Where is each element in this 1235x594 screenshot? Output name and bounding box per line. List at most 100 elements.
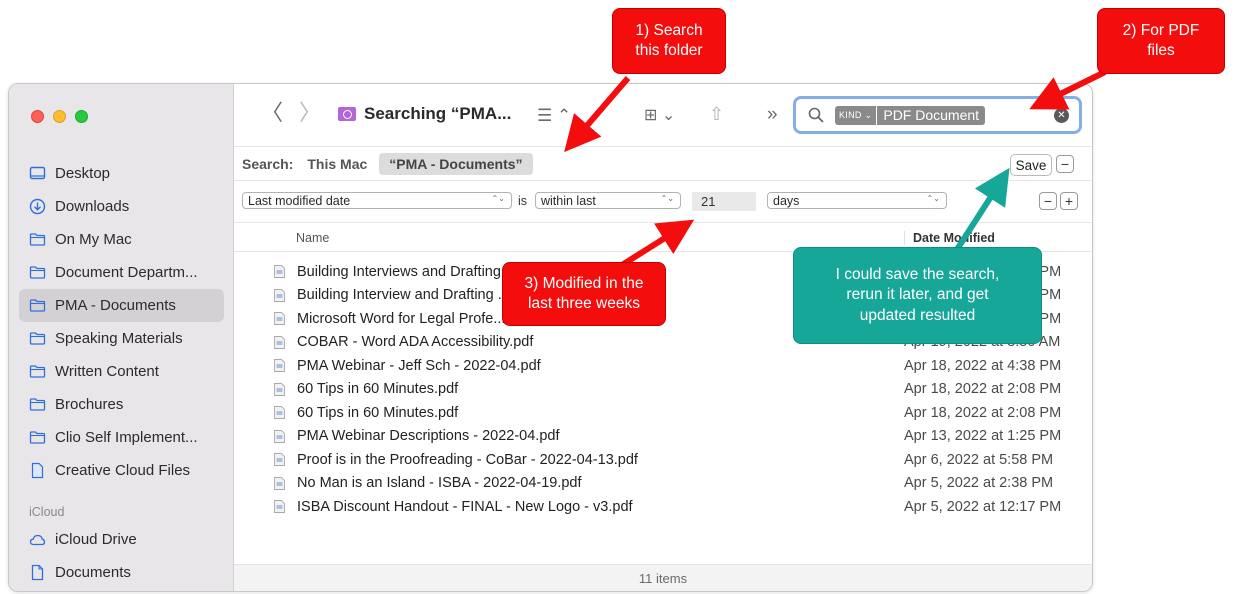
kind-token-label[interactable]: KIND ⌄ [835,105,878,125]
zoom-window-button[interactable] [75,110,88,123]
remove-criteria-button[interactable]: − [1039,192,1057,210]
save-search-button[interactable]: Save [1010,154,1052,176]
file-name: COBAR - Word ADA Accessibility.pdf [297,334,534,351]
table-row[interactable]: PMA Webinar - Jeff Sch - 2022-04.pdf Apr … [234,354,1092,378]
file-date: Apr 5, 2022 at 12:17 PM [904,498,1062,515]
window-title: Searching “PMA... [338,104,511,124]
sidebar-item-label: Documents [55,564,131,581]
sidebar-item-creative-cloud-files[interactable]: Creative Cloud Files [19,454,224,487]
date-column-header[interactable]: Date Modified [904,231,995,245]
folder-icon [29,330,46,347]
remove-scope-button[interactable]: − [1056,155,1074,173]
file-name: PMA Webinar Descriptions - 2022-04.pdf [297,428,560,445]
more-toolbar-button[interactable]: » [767,104,778,126]
criteria-is-label: is [518,194,528,208]
folder-icon [29,396,46,413]
sidebar-item-label: Brochures [55,396,124,413]
days-value-field[interactable]: 21 [692,192,756,211]
pdf-document-icon [274,335,285,349]
share-button[interactable]: ⇧ [709,103,724,125]
item-count: 11 items [638,570,688,586]
sidebar: Desktop Downloads On My Mac Document Depart… [9,84,234,591]
sidebar-item-desktop[interactable]: Desktop [19,157,224,190]
table-row[interactable]: 60 Tips in 60 Minutes.pdf Apr 18, 2022 at… [234,378,1092,402]
file-date: Apr 6, 2022 at 5:58 PM [904,451,1054,468]
sidebar-item-document-departm[interactable]: Document Departm... [19,256,224,289]
sidebar-item-label: Desktop [55,165,111,182]
sidebar-item-label: Written Content [55,363,159,380]
download-icon [29,198,46,215]
close-window-button[interactable] [31,110,44,123]
kind-search-token[interactable]: KIND ⌄ PDF Document [835,105,986,125]
file-name: ISBA Discount Handout - FINAL - New Logo… [297,498,633,515]
clear-search-icon[interactable]: ✕ [1054,107,1069,123]
search-field[interactable]: KIND ⌄ PDF Document ✕ [793,96,1082,134]
unit-popup[interactable]: days [767,192,947,209]
window-title-text: Searching “PMA... [364,104,512,123]
file-date: Apr 18, 2022 at 2:08 PM [904,381,1062,398]
sidebar-item-clio-self-implement[interactable]: Clio Self Implement... [19,421,224,454]
toolbar: 〈 〉 Searching “PMA... ☰ ⌃ ⊞ ⌄ ⇧ » KIND ⌄… [234,84,1092,146]
file-name: Microsoft Word for Legal Profe... [297,310,506,327]
table-row[interactable]: ISBA Discount Handout - FINAL - New Logo… [234,495,1092,519]
callout-pdf-files: 2) For PDF files [1097,8,1225,74]
pdf-document-icon [274,476,285,490]
sidebar-item-pma-documents[interactable]: PMA - Documents [19,289,224,322]
pdf-document-icon [274,382,285,396]
folder-icon [29,264,46,281]
callout-modified-text: 3) Modified in the last three weeks [524,274,644,312]
folder-icon [29,363,46,380]
sidebar-item-documents[interactable]: Documents [19,556,224,589]
sidebar-item-written-content[interactable]: Written Content [19,355,224,388]
table-row[interactable]: No Man is an Island - ISBA - 2022-04-19.… [234,472,1092,496]
list-view-button[interactable]: ☰ ⌃ [537,105,571,127]
callout-save-search-text: I could save the search, rerun it later,… [835,266,1000,324]
sidebar-item-label: Document Departm... [55,264,198,281]
callout-modified: 3) Modified in the last three weeks [502,262,666,326]
sidebar-item-label: PMA - Documents [55,297,176,314]
sidebar-list: Desktop Downloads On My Mac Document Depart… [19,157,224,589]
kind-token-value: PDF Document [883,107,980,123]
scope-folder-button[interactable]: “PMA - Documents” [379,152,533,175]
sidebar-item-on-my-mac[interactable]: On My Mac [19,223,224,256]
pdf-document-icon [274,312,285,326]
sidebar-item-label: Speaking Materials [55,330,183,347]
sidebar-section-icloud: iCloud [29,505,65,519]
pdf-document-icon [274,429,285,443]
add-criteria-button[interactable]: + [1060,192,1078,210]
scope-label: Search: [242,155,294,172]
name-column-header[interactable]: Name [296,231,329,245]
file-date: Apr 5, 2022 at 2:38 PM [904,475,1054,492]
sidebar-item-label: Creative Cloud Files [55,462,191,479]
pdf-document-icon [274,359,285,373]
callout-save-search: I could save the search, rerun it later,… [793,247,1042,344]
table-row[interactable]: PMA Webinar Descriptions - 2022-04.pdf Ap… [234,425,1092,449]
file-date: Apr 18, 2022 at 4:38 PM [904,357,1062,374]
folder-icon [29,297,46,314]
folder-icon [29,429,46,446]
group-button[interactable]: ⊞ ⌄ [644,105,675,127]
forward-button[interactable]: 〉 [299,102,321,124]
table-row[interactable]: 60 Tips in 60 Minutes.pdf Apr 18, 2022 at… [234,401,1092,425]
file-name: 60 Tips in 60 Minutes.pdf [297,404,459,421]
operator-popup[interactable]: within last [535,192,681,209]
search-folder-icon [338,107,356,121]
sidebar-item-icloud-drive[interactable]: iCloud Drive [19,523,224,556]
attribute-popup[interactable]: Last modified date [242,192,512,209]
file-name: PMA Webinar - Jeff Sch - 2022-04.pdf [297,357,541,374]
document-icon [29,564,46,581]
scope-this-mac-button[interactable]: This Mac [307,156,367,172]
status-bar: 11 items [234,564,1092,591]
window-controls [31,110,88,123]
sidebar-item-brochures[interactable]: Brochures [19,388,224,421]
pdf-document-icon [274,265,285,279]
sidebar-item-downloads[interactable]: Downloads [19,190,224,223]
back-button[interactable]: 〈 [261,102,283,124]
pdf-document-icon [274,500,285,514]
cloud-icon [29,531,46,548]
sidebar-item-label: iCloud Drive [55,531,137,548]
sidebar-item-speaking-materials[interactable]: Speaking Materials [19,322,224,355]
minimize-window-button[interactable] [53,110,66,123]
file-icon [29,462,46,479]
table-row[interactable]: Proof is in the Proofreading - CoBar - 2… [234,448,1092,472]
